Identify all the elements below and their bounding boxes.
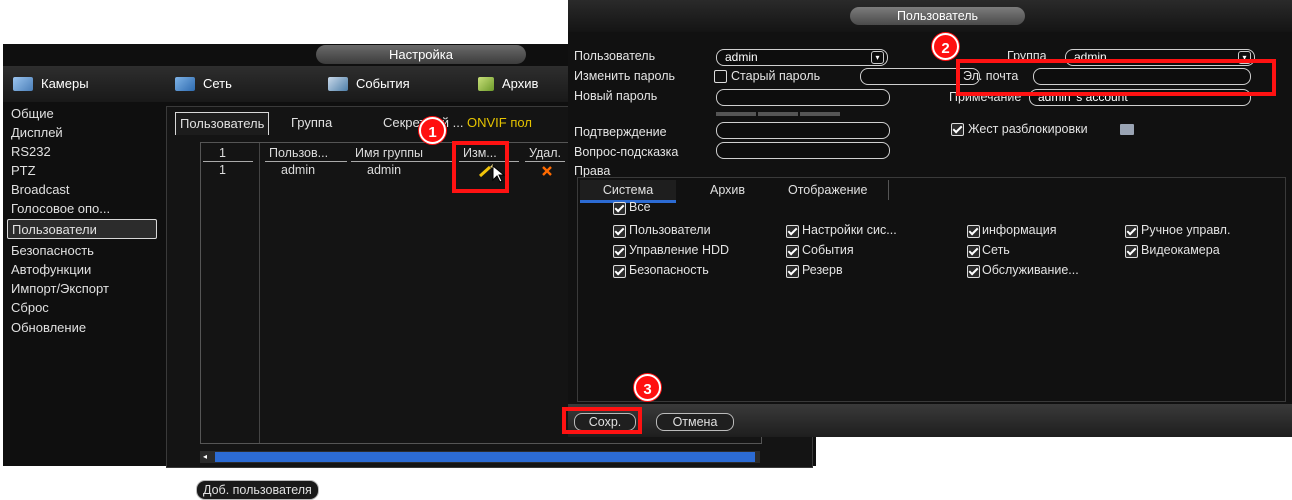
network-icon: [175, 77, 195, 91]
table-hscrollbar[interactable]: ◂: [200, 451, 760, 463]
sidebar-item-general[interactable]: Общие: [11, 104, 159, 124]
gesture-label: Жест разблокировки: [968, 122, 1088, 136]
annotation-badge-3: 3: [634, 374, 661, 401]
new-password-label: Новый пароль: [574, 89, 658, 103]
add-user-button[interactable]: Доб. пользователя: [196, 480, 319, 500]
perm-security-label: Безопасность: [629, 263, 709, 277]
row-num: 1: [219, 163, 226, 177]
perm-network-checkbox[interactable]: [967, 245, 980, 258]
user-dialog-title: Пользователь: [850, 7, 1025, 25]
sidebar-item-update[interactable]: Обновление: [11, 318, 159, 338]
annotation-box-save: [562, 407, 642, 434]
annotation-box-email: [956, 59, 1276, 96]
perm-tab-archive[interactable]: Архив: [710, 180, 745, 200]
chevron-down-icon: ▾: [871, 51, 884, 64]
col-header-num: 1: [219, 146, 226, 160]
new-password-field[interactable]: [716, 89, 890, 106]
annotation-box-edit: [452, 141, 509, 193]
sidebar-item-broadcast[interactable]: Broadcast: [11, 180, 159, 200]
perm-tab-system[interactable]: Система: [580, 180, 676, 203]
user-select[interactable]: admin ▾: [716, 49, 888, 66]
tab-group[interactable]: Группа: [291, 112, 332, 134]
perm-camera-checkbox[interactable]: [1125, 245, 1138, 258]
sidebar-item-security[interactable]: Безопасность: [11, 241, 159, 261]
change-password-label: Изменить пароль: [574, 69, 676, 83]
user-label: Пользователь: [574, 49, 656, 63]
perm-camera-label: Видеокамера: [1141, 243, 1220, 257]
rights-label: Права: [574, 164, 611, 178]
gesture-settings-icon[interactable]: [1120, 124, 1134, 135]
menu-cameras[interactable]: Камеры: [13, 66, 89, 102]
annotation-badge-1: 1: [419, 117, 446, 144]
scrollbar-thumb[interactable]: [215, 452, 755, 462]
scroll-left-icon[interactable]: ◂: [203, 453, 211, 461]
perm-maintenance-label: Обслуживание...: [982, 263, 1079, 277]
settings-sidebar: Общие Дисплей RS232 PTZ Broadcast Голосо…: [3, 102, 161, 466]
perm-users-label: Пользователи: [629, 223, 711, 237]
sidebar-item-rs232[interactable]: RS232: [11, 142, 159, 162]
perm-hdd-checkbox[interactable]: [613, 245, 626, 258]
perm-system-settings-label: Настройки сис...: [802, 223, 897, 237]
perm-events-checkbox[interactable]: [786, 245, 799, 258]
perm-backup-checkbox[interactable]: [786, 265, 799, 278]
tab-user[interactable]: Пользователь: [175, 112, 270, 135]
old-password-checkbox[interactable]: [714, 70, 727, 83]
col-header-user: Пользов...: [269, 146, 329, 160]
row-group: admin: [367, 163, 402, 177]
perm-all-checkbox[interactable]: [613, 202, 626, 215]
hint-label: Вопрос-подсказка: [574, 145, 679, 159]
perm-info-checkbox[interactable]: [967, 225, 980, 238]
menu-events[interactable]: События: [328, 66, 410, 102]
password-strength-bar: [716, 112, 756, 116]
sidebar-item-ptz[interactable]: PTZ: [11, 161, 159, 181]
perm-backup-label: Резерв: [802, 263, 843, 277]
old-password-label: Старый пароль: [731, 69, 821, 83]
perm-hdd-label: Управление HDD: [629, 243, 730, 257]
col-header-delete: Удал.: [529, 146, 561, 160]
sidebar-item-import-export[interactable]: Импорт/Экспорт: [11, 279, 159, 299]
col-header-group: Имя группы: [355, 146, 423, 160]
settings-window-title: Настройка: [316, 45, 526, 64]
confirm-label: Подтверждение: [574, 125, 667, 139]
perm-security-checkbox[interactable]: [613, 265, 626, 278]
tab-onvif[interactable]: ONVIF пол: [467, 112, 532, 134]
perm-events-label: События: [802, 243, 854, 257]
sidebar-item-voice[interactable]: Голосовое опо...: [11, 199, 159, 219]
sidebar-item-users[interactable]: Пользователи: [7, 219, 157, 239]
perm-info-label: информация: [982, 223, 1057, 237]
perm-maintenance-checkbox[interactable]: [967, 265, 980, 278]
events-icon: [328, 77, 348, 91]
cancel-button[interactable]: Отмена: [656, 413, 734, 431]
perm-manual-control-label: Ручное управл.: [1141, 223, 1231, 237]
perm-tab-display[interactable]: Отображение: [788, 180, 867, 200]
confirm-field[interactable]: [716, 122, 890, 139]
row-user: admin: [281, 163, 316, 177]
perm-network-label: Сеть: [982, 243, 1010, 257]
annotation-badge-2: 2: [932, 33, 959, 60]
camera-icon: [13, 77, 33, 91]
perm-system-settings-checkbox[interactable]: [786, 225, 799, 238]
x-icon[interactable]: [541, 165, 553, 177]
archive-icon: [478, 77, 494, 91]
gesture-checkbox[interactable]: [951, 123, 964, 136]
perm-manual-control-checkbox[interactable]: [1125, 225, 1138, 238]
sidebar-item-display[interactable]: Дисплей: [11, 123, 159, 143]
menu-archive[interactable]: Архив: [478, 66, 538, 102]
menu-network[interactable]: Сеть: [175, 66, 232, 102]
hint-field[interactable]: [716, 142, 890, 159]
sidebar-item-reset[interactable]: Сброс: [11, 298, 159, 318]
perm-users-checkbox[interactable]: [613, 225, 626, 238]
permissions-panel: [577, 177, 1286, 402]
sidebar-item-autofunctions[interactable]: Автофункции: [11, 260, 159, 280]
perm-all-label: Все: [629, 200, 651, 214]
